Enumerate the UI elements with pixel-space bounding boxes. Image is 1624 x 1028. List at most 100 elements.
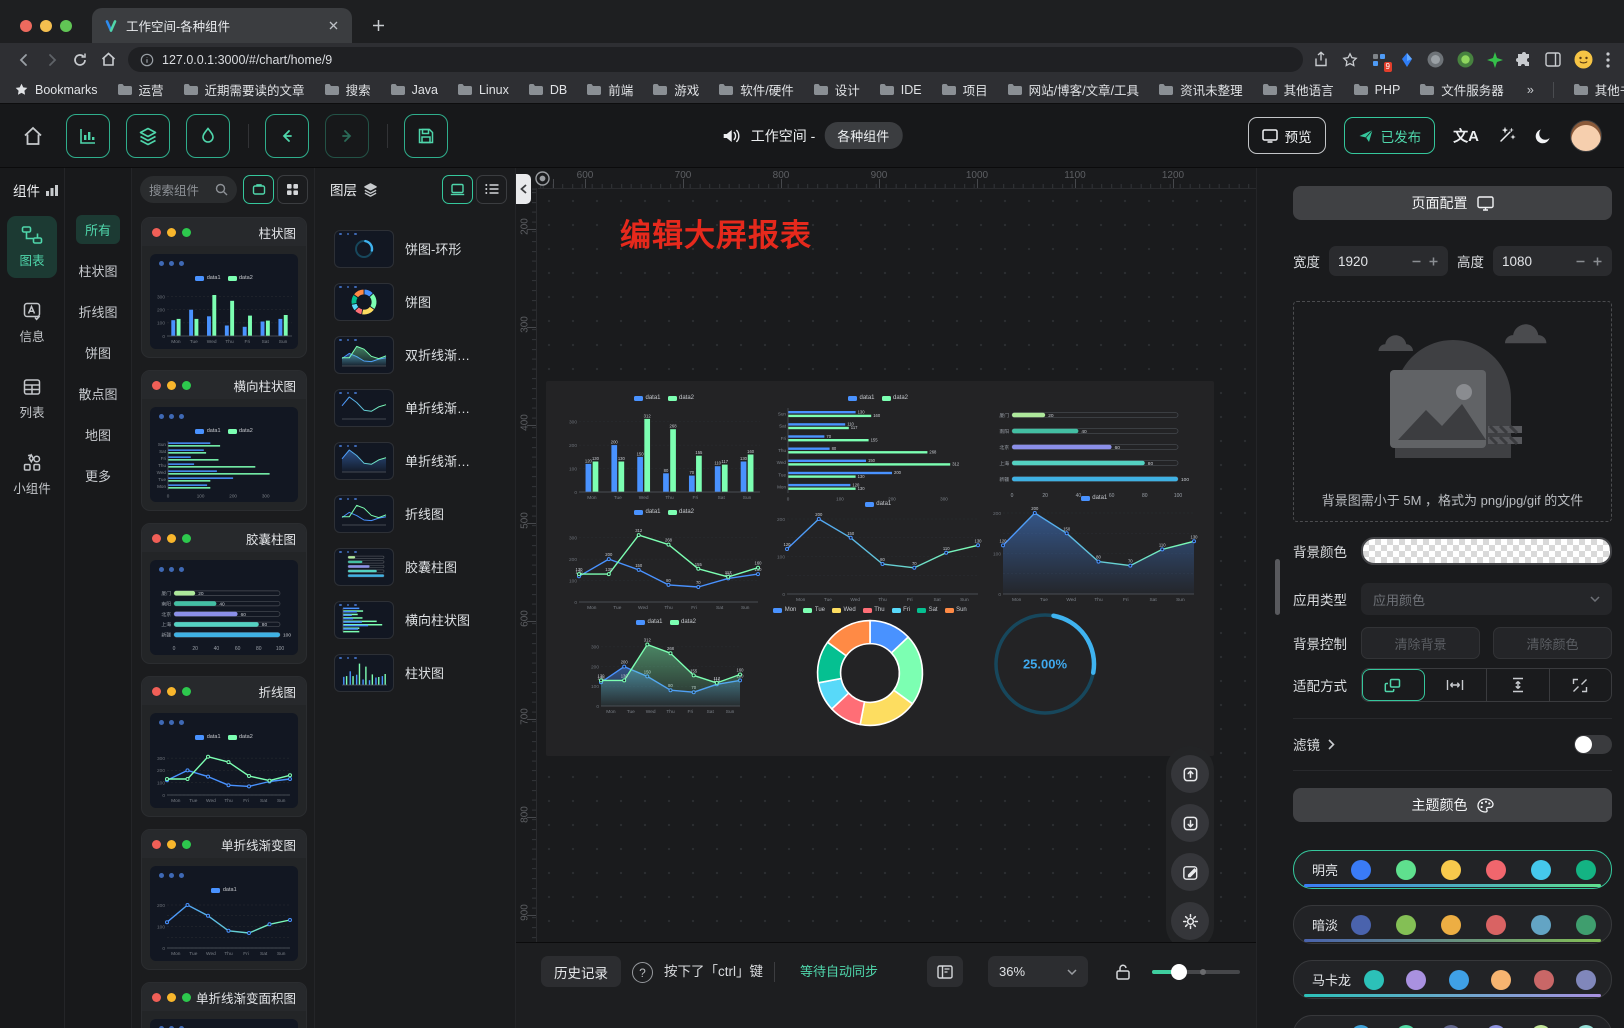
theme-color-dot[interactable] — [1491, 970, 1511, 990]
clear-color-button[interactable]: 清除颜色 — [1493, 627, 1612, 659]
reload-icon[interactable] — [66, 46, 94, 74]
canvas-text-component[interactable]: 编辑大屏报表 — [620, 210, 812, 255]
theme-color-dot[interactable] — [1441, 860, 1461, 880]
app-type-select[interactable]: 应用颜色 — [1361, 583, 1612, 615]
back-icon[interactable] — [10, 46, 38, 74]
minimize-window-button[interactable] — [40, 20, 52, 32]
other-bookmarks[interactable]: 其他书签 — [1573, 80, 1624, 99]
extension-grid-icon[interactable]: 9 — [1371, 52, 1387, 68]
theme-row-明亮[interactable]: 明亮 — [1293, 850, 1612, 889]
help-icon[interactable]: ? — [632, 962, 653, 983]
editor-canvas[interactable]: 6007008009001000110012001300 20030040050… — [516, 168, 1256, 1028]
browser-tab[interactable]: 工作空间-各种组件 — [92, 8, 352, 43]
layer-item[interactable]: 横向柱状图 — [315, 593, 515, 646]
category-item[interactable]: 所有 — [76, 215, 120, 244]
zoom-select[interactable]: 36% — [988, 956, 1088, 987]
bg-color-swatch[interactable] — [1361, 537, 1612, 565]
dashboard-chart-area2[interactable]: data1data2010020030012020015080701101301… — [586, 617, 746, 717]
minus-icon[interactable] — [1575, 256, 1586, 267]
theme-color-dot[interactable] — [1576, 860, 1596, 880]
magic-wand-icon[interactable] — [1497, 126, 1516, 145]
bookmark-folder[interactable]: 设计 — [813, 80, 860, 99]
component-card[interactable]: 柱状图 data1data20100200300MonTueWedThuFriS… — [141, 217, 307, 358]
sidebar-item-1[interactable]: 信息 — [7, 292, 57, 354]
theme-color-dot[interactable] — [1486, 1025, 1506, 1028]
category-item[interactable]: 更多 — [76, 461, 120, 490]
height-stepper[interactable]: 1080 — [1493, 246, 1612, 276]
component-card[interactable]: 横向柱状图 data1data2SunSatFriThuWedTueMon010… — [141, 370, 307, 511]
url-bar[interactable]: 127.0.0.1:3000/#/chart/home/9 — [128, 47, 1303, 72]
side-panel-icon[interactable] — [1545, 52, 1561, 67]
dashboard-chart-hbar[interactable]: data1data2130160Sun110117Sat70155Fri8026… — [772, 393, 984, 503]
dashboard-chart-bar[interactable]: data1data2010020030012013020013015031280… — [564, 393, 764, 503]
theme-color-dot[interactable] — [1531, 860, 1551, 880]
sidebar-item-2[interactable]: 列表 — [7, 368, 57, 430]
width-stepper[interactable]: 1920 — [1329, 246, 1448, 276]
bookmark-folder[interactable]: 其他语言 — [1262, 80, 1334, 99]
theme-color-dot[interactable] — [1576, 1025, 1596, 1028]
theme-color-header[interactable]: 主题颜色 — [1293, 788, 1612, 822]
bookmark-folder[interactable]: 近期需要读的文章 — [183, 80, 305, 99]
panel-scrollbar[interactable] — [1275, 559, 1280, 615]
minus-icon[interactable] — [1411, 256, 1422, 267]
plus-icon[interactable] — [1428, 256, 1439, 267]
eye-icon[interactable] — [534, 170, 551, 187]
fit-width-button[interactable] — [1425, 669, 1488, 701]
publish-button[interactable]: 已发布 — [1344, 117, 1436, 154]
theme-color-dot[interactable] — [1406, 970, 1426, 990]
bookmark-folder[interactable]: 搜索 — [324, 80, 371, 99]
theme-color-dot[interactable] — [1531, 915, 1551, 935]
dashboard-screenshot-component[interactable]: data1data2010020030012013020013015031280… — [546, 381, 1214, 756]
new-tab-button[interactable] — [364, 11, 392, 39]
component-card[interactable]: 折线图 data1data20100200300MonTueWedThuFriS… — [141, 676, 307, 817]
component-card[interactable]: 单折线渐变图 data10100200MonTueWedThuFriSatSun — [141, 829, 307, 970]
bookmark-folder[interactable]: 前端 — [586, 80, 633, 99]
theme-color-dot[interactable] — [1486, 860, 1506, 880]
dashboard-chart-ring[interactable]: 25.00% — [990, 603, 1100, 725]
bookmark-folder[interactable]: IDE — [879, 83, 922, 97]
bookmark-folder[interactable]: 资讯未整理 — [1158, 80, 1243, 99]
theme-color-dot[interactable] — [1576, 915, 1596, 935]
bookmark-star-icon[interactable] — [1342, 52, 1358, 68]
bookmark-folder[interactable]: 网站/博客/文章/工具 — [1007, 80, 1139, 99]
bookmark-folder[interactable]: 运营 — [117, 80, 164, 99]
dashboard-chart-line2[interactable]: data1data2010020030012020015080701101301… — [564, 507, 764, 613]
bookmark-folder[interactable]: PHP — [1353, 83, 1401, 97]
page-config-header[interactable]: 页面配置 — [1293, 186, 1612, 220]
layers-list-view-button[interactable] — [476, 175, 507, 204]
undo-button[interactable] — [265, 114, 309, 158]
component-view-button[interactable] — [243, 175, 274, 204]
settings-gear-icon[interactable] — [1171, 902, 1209, 940]
fit-height-button[interactable] — [1487, 669, 1550, 701]
background-upload-dropzone[interactable]: 背景图需小于 5M ，格式为 png/jpg/gif 的文件 — [1293, 301, 1612, 522]
theme-color-dot[interactable] — [1534, 970, 1554, 990]
theme-color-dot[interactable] — [1396, 915, 1416, 935]
theme-color-dot[interactable] — [1351, 860, 1371, 880]
dark-mode-moon-icon[interactable] — [1534, 127, 1552, 145]
gray-circle-extension-icon[interactable] — [1427, 51, 1444, 68]
theme-color-dot[interactable] — [1351, 915, 1371, 935]
sidebar-item-0[interactable]: 图表 — [7, 216, 57, 278]
layer-item[interactable]: 单折线渐… — [315, 381, 515, 434]
theme-color-dot[interactable] — [1441, 1025, 1461, 1028]
site-info-icon[interactable] — [140, 53, 154, 67]
bookmarks-manager[interactable]: Bookmarks — [14, 82, 98, 97]
history-button[interactable]: 历史记录 — [541, 956, 621, 987]
dashboard-chart-line1[interactable]: data101002001202001508070110130MonTueWed… — [772, 499, 984, 605]
category-item[interactable]: 地图 — [76, 420, 120, 449]
redo-button[interactable] — [325, 114, 369, 158]
theme-color-dot[interactable] — [1576, 970, 1596, 990]
theme-color-dot[interactable] — [1531, 1025, 1551, 1028]
theme-row-马卡龙[interactable]: 马卡龙 — [1293, 960, 1612, 999]
bookmark-folder[interactable]: Java — [390, 83, 438, 97]
theme-color-dot[interactable] — [1449, 970, 1469, 990]
close-window-button[interactable] — [20, 20, 32, 32]
preview-button[interactable]: 预览 — [1248, 117, 1326, 154]
fit-stretch-button[interactable] — [1550, 669, 1612, 701]
share-icon[interactable] — [1313, 51, 1329, 68]
layer-item[interactable]: 饼图-环形 — [315, 222, 515, 275]
home-icon[interactable] — [94, 46, 122, 74]
sidebar-item-3[interactable]: 小组件 — [7, 444, 57, 506]
theme-color-dot[interactable] — [1441, 915, 1461, 935]
green-star-extension-icon[interactable] — [1487, 52, 1503, 68]
